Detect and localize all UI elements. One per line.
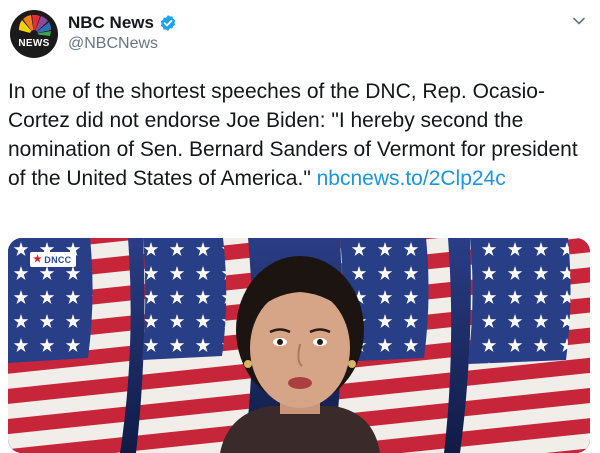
tweet-link[interactable]: nbcnews.to/2Clp24c <box>317 167 506 190</box>
avatar[interactable]: NEWS <box>10 10 58 58</box>
name-row: NBC News <box>68 13 177 33</box>
tweet-header: NEWS NBC News @NBCNews <box>8 8 592 60</box>
dncc-label: DNCC <box>44 254 72 265</box>
star-icon: ★ <box>33 254 43 265</box>
tweet-media[interactable]: ★ DNCC <box>8 238 590 453</box>
chevron-down-icon[interactable] <box>572 16 586 26</box>
account-handle[interactable]: @NBCNews <box>68 35 158 53</box>
media-photo <box>8 238 590 453</box>
tweet-text: In one of the shortest speeches of the D… <box>8 77 588 193</box>
peacock-logo-icon <box>18 14 52 38</box>
avatar-label: NEWS <box>18 38 50 49</box>
flag-center-left <box>136 238 253 453</box>
flag-left <box>8 238 131 453</box>
flag-right <box>460 238 590 453</box>
verified-badge-icon <box>159 14 177 32</box>
dncc-logo: ★ DNCC <box>30 252 77 267</box>
display-name[interactable]: NBC News <box>68 13 154 33</box>
